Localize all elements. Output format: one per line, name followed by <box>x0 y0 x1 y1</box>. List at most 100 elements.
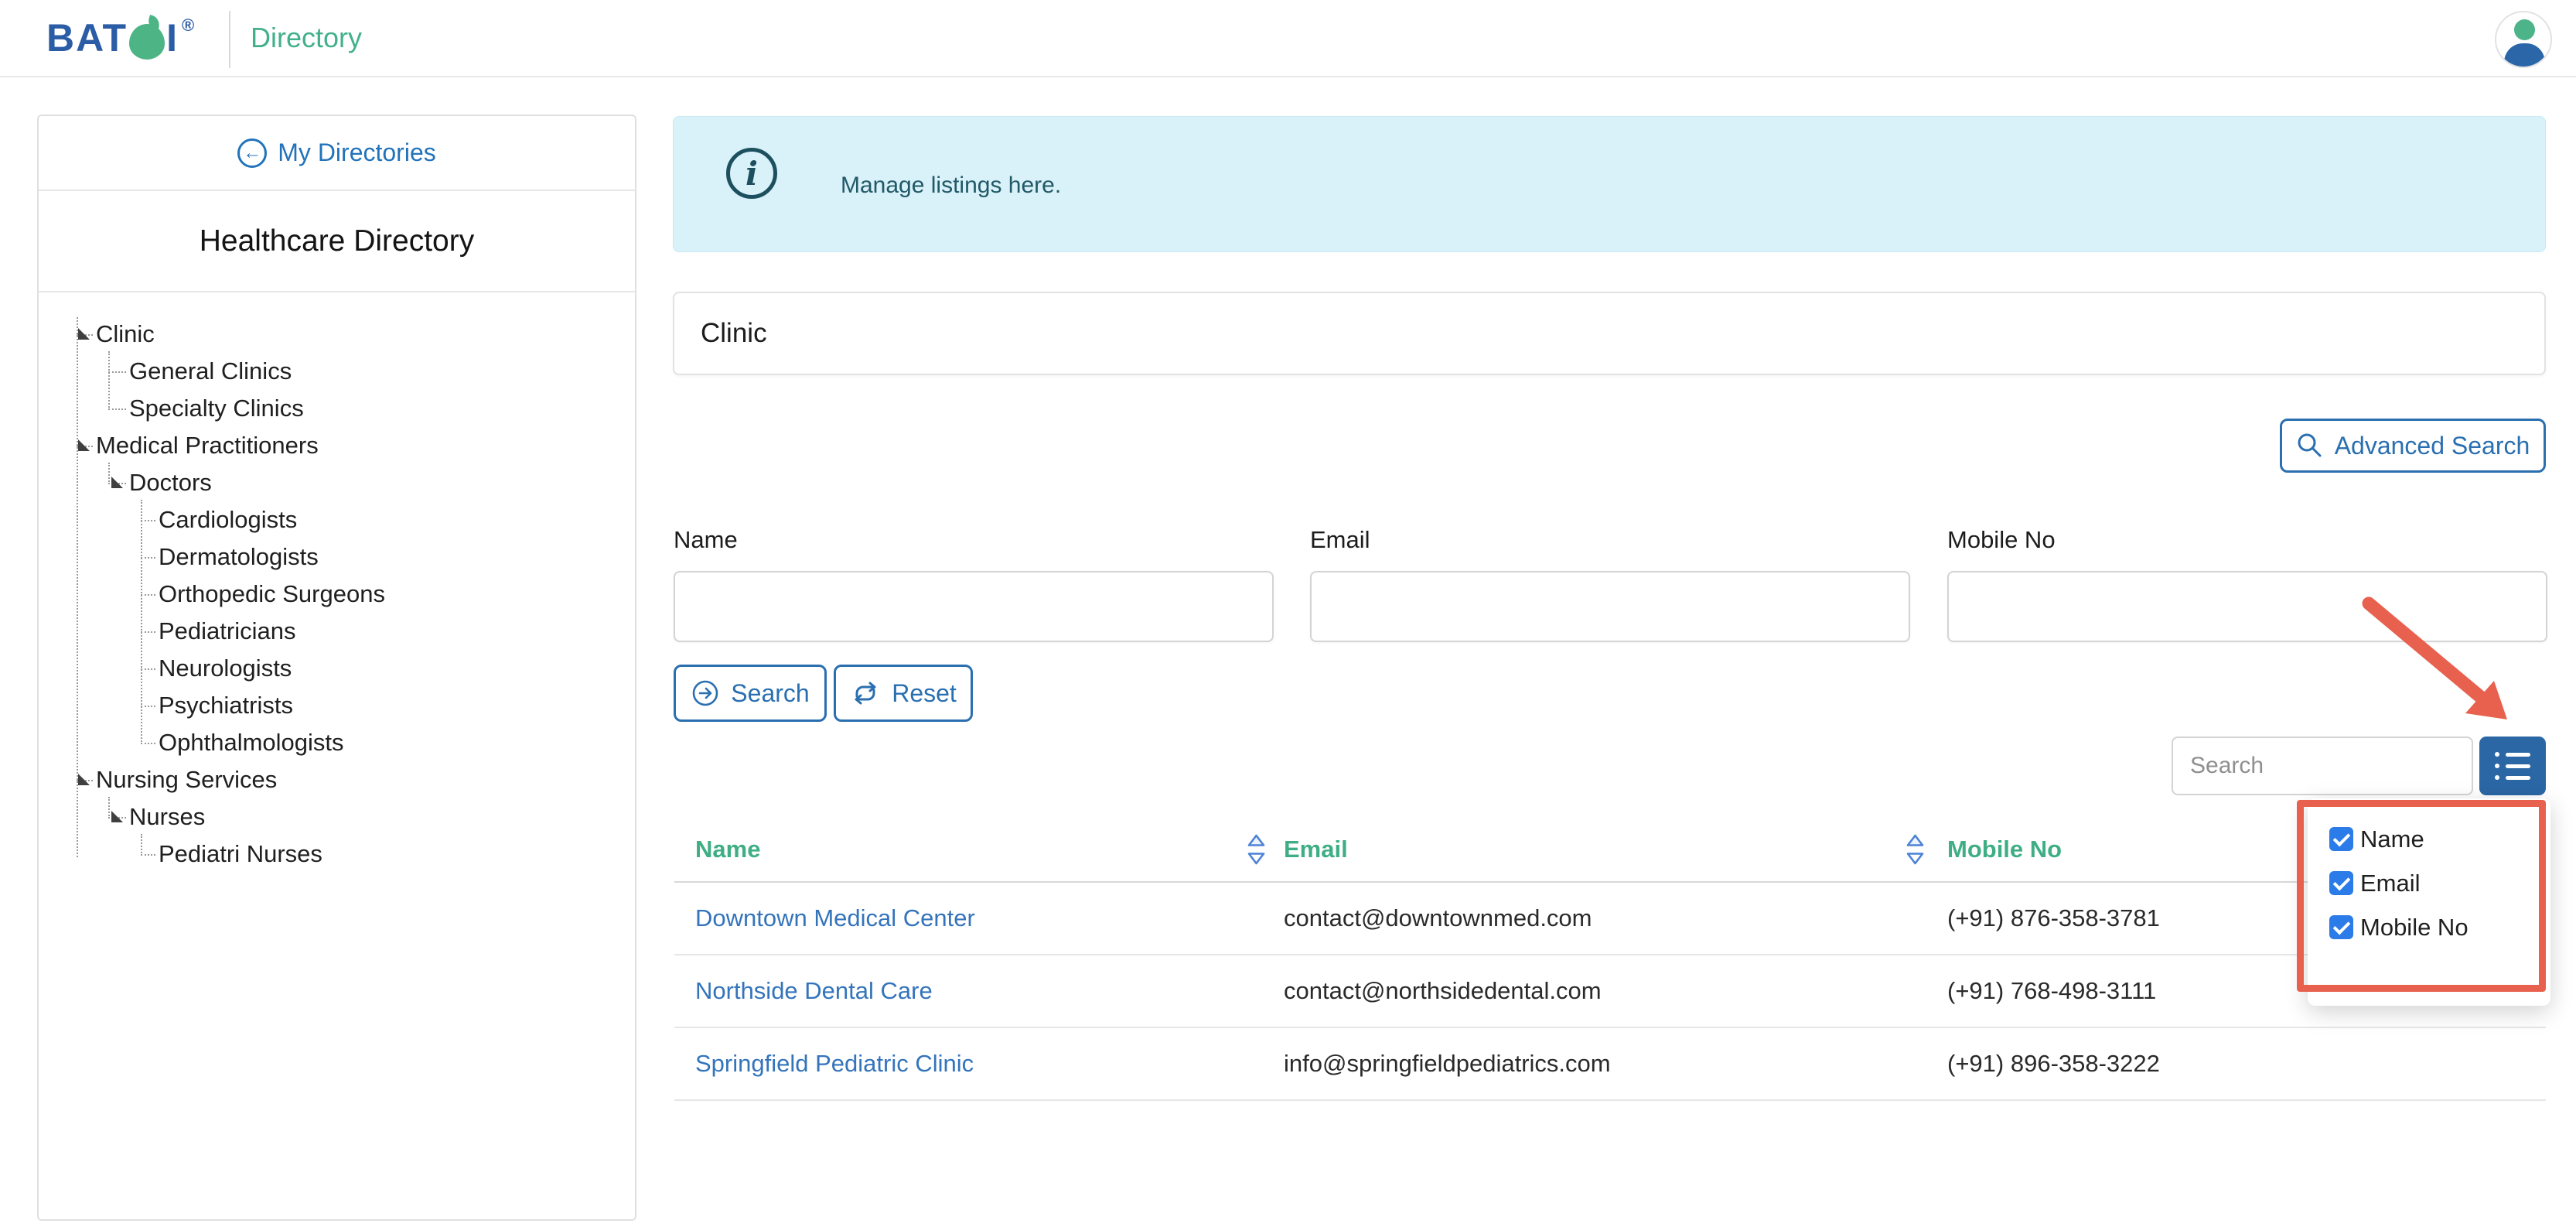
column-header-label: Name <box>695 835 761 863</box>
mobile-no-input[interactable] <box>1947 571 2547 642</box>
tree-node-cardiologists[interactable]: Cardiologists <box>39 501 635 538</box>
listing-name-link[interactable]: Springfield Pediatric Clinic <box>695 1050 974 1077</box>
column-toggle-mobile-no[interactable]: Mobile No <box>2329 905 2550 949</box>
tree-node-general-clinics[interactable]: General Clinics <box>39 353 635 390</box>
tree-node-orthopedic-surgeons[interactable]: Orthopedic Surgeons <box>39 576 635 613</box>
listing-name-link[interactable]: Downtown Medical Center <box>695 904 975 931</box>
column-header-name[interactable]: Name <box>674 832 1274 867</box>
tree-node-label[interactable]: Medical Practitioners <box>96 432 319 460</box>
tree-node-clinic[interactable]: Clinic <box>39 316 635 353</box>
column-toggle-label: Email <box>2360 869 2421 897</box>
column-toggle-name[interactable]: Name <box>2329 817 2550 861</box>
tree-node-pediatri-nurses[interactable]: Pediatri Nurses <box>39 836 635 873</box>
tree-connector <box>141 594 155 596</box>
logo-text: BAT <box>46 16 128 60</box>
tree-node-dermatologists[interactable]: Dermatologists <box>39 538 635 576</box>
table-search-input[interactable] <box>2172 737 2473 795</box>
sort-icon[interactable] <box>1905 832 1926 867</box>
filter-field-name: Name <box>674 526 1274 642</box>
tree-node-label[interactable]: Dermatologists <box>159 543 319 571</box>
search-button-label: Search <box>731 678 810 707</box>
table-row: Downtown Medical Center contact@downtownm… <box>674 883 2546 955</box>
tree-connector <box>108 371 126 373</box>
filter-field-email: Email <box>1310 526 1910 642</box>
tree-connector <box>141 520 155 521</box>
checkbox-checked-icon[interactable] <box>2329 915 2353 939</box>
column-toggle-label: Name <box>2360 825 2424 853</box>
tree-node-label[interactable]: Pediatri Nurses <box>159 840 322 868</box>
registered-mark: ® <box>181 15 195 35</box>
search-arrow-icon <box>692 680 718 706</box>
columns-toggle-button[interactable] <box>2479 737 2546 795</box>
info-icon: i <box>726 148 777 199</box>
category-tree: Clinic General Clinics Specialty Clinics Me… <box>39 316 635 888</box>
listing-name-link[interactable]: Northside Dental Care <box>695 977 933 1004</box>
app-title: Directory <box>251 22 363 53</box>
user-avatar[interactable] <box>2495 11 2552 68</box>
tree-node-specialty-clinics[interactable]: Specialty Clinics <box>39 390 635 427</box>
tree-node-psychiatrists[interactable]: Psychiatrists <box>39 687 635 724</box>
header-divider <box>229 11 230 68</box>
columns-dropdown: Name Email Mobile No <box>2308 798 2550 1006</box>
table-row: Northside Dental Care contact@northsidede… <box>674 955 2546 1028</box>
listing-email: contact@northsidedental.com <box>1284 977 1602 1004</box>
my-directories-link[interactable]: ← My Directories <box>39 116 635 191</box>
checkbox-checked-icon[interactable] <box>2329 871 2353 895</box>
tree-guide-line <box>141 500 142 744</box>
tree-node-medical-practitioners[interactable]: Medical Practitioners <box>39 427 635 464</box>
email-input[interactable] <box>1310 571 1910 642</box>
sidebar: ← My Directories Healthcare Directory Cl… <box>37 114 636 1221</box>
listings-table: Name Email Mobile No Downtown Medical Cent… <box>674 817 2546 1101</box>
tree-guide-line <box>141 834 142 856</box>
tree-node-label[interactable]: Cardiologists <box>159 506 297 534</box>
tree-node-label[interactable]: Orthopedic Surgeons <box>159 580 385 608</box>
my-directories-label: My Directories <box>278 138 436 166</box>
magnifier-icon <box>2298 433 2322 457</box>
logo-leaf-icon <box>129 14 165 60</box>
tree-node-ophthalmologists[interactable]: Ophthalmologists <box>39 724 635 761</box>
table-row: Springfield Pediatric Clinic info@springf… <box>674 1028 2546 1101</box>
info-banner: i Manage listings here. <box>673 116 2546 252</box>
column-header-label: Email <box>1284 835 1348 863</box>
tree-node-label[interactable]: Nursing Services <box>96 766 277 794</box>
directory-page: BAT I ® Directory ← My Directories Healt… <box>0 0 2576 1227</box>
batoi-logo[interactable]: BAT I ® <box>46 14 195 60</box>
selected-category-box[interactable]: Clinic <box>673 292 2546 375</box>
directory-title: Healthcare Directory <box>39 191 635 292</box>
name-input[interactable] <box>674 571 1274 642</box>
tree-guide-line <box>108 797 110 819</box>
column-toggle-email[interactable]: Email <box>2329 861 2550 905</box>
field-label: Name <box>674 526 738 553</box>
column-header-email[interactable]: Email <box>1274 832 1947 867</box>
top-bar: BAT I ® Directory <box>0 0 2576 77</box>
tree-node-nursing-services[interactable]: Nursing Services <box>39 761 635 798</box>
tree-node-label[interactable]: Specialty Clinics <box>129 395 304 422</box>
column-toggle-label: Mobile No <box>2360 913 2469 941</box>
tree-node-label[interactable]: Pediatricians <box>159 617 295 645</box>
tree-node-label[interactable]: Ophthalmologists <box>159 729 344 757</box>
tree-node-label[interactable]: Doctors <box>129 469 212 497</box>
tree-node-doctors[interactable]: Doctors <box>39 464 635 501</box>
tree-connector <box>108 408 126 410</box>
search-button[interactable]: Search <box>674 665 827 722</box>
reset-button[interactable]: Reset <box>834 665 973 722</box>
tree-node-label[interactable]: Clinic <box>96 320 155 348</box>
tree-node-label[interactable]: Nurses <box>129 803 205 831</box>
tree-connector <box>141 668 155 670</box>
list-icon <box>2495 752 2530 757</box>
sort-icon[interactable] <box>1246 832 1267 867</box>
filter-field-mobile-no: Mobile No <box>1947 526 2547 642</box>
tree-node-label[interactable]: Psychiatrists <box>159 692 293 719</box>
tree-node-nurses[interactable]: Nurses <box>39 798 635 836</box>
tree-node-pediatricians[interactable]: Pediatricians <box>39 613 635 650</box>
table-header-row: Name Email Mobile No <box>674 817 2546 883</box>
tree-connector <box>141 854 155 856</box>
tree-node-label[interactable]: General Clinics <box>129 357 292 385</box>
tree-node-neurologists[interactable]: Neurologists <box>39 650 635 687</box>
back-arrow-icon: ← <box>237 138 268 168</box>
tree-connector <box>141 743 155 744</box>
tree-node-label[interactable]: Neurologists <box>159 655 292 682</box>
tree-guide-line <box>108 351 110 410</box>
checkbox-checked-icon[interactable] <box>2329 827 2353 851</box>
advanced-search-button[interactable]: Advanced Search <box>2280 419 2546 473</box>
